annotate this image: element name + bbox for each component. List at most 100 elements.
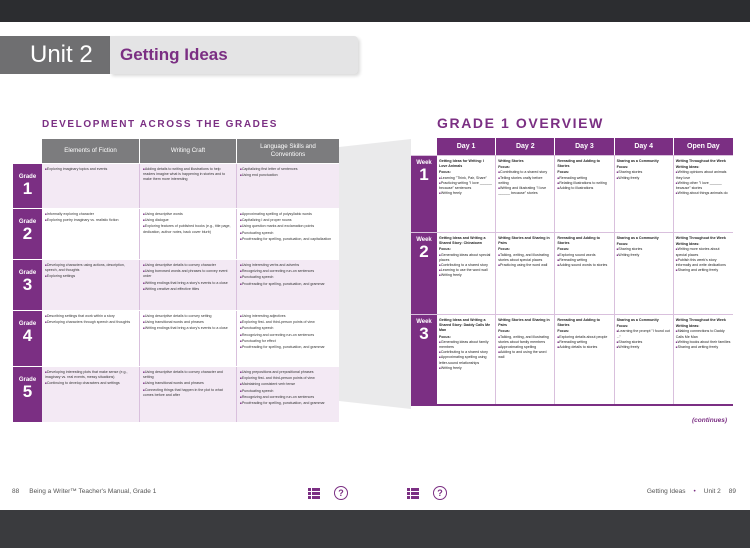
- list-item: Connecting things that happen in the plo…: [143, 388, 233, 398]
- table-cell: Using prepositions and prepositional phr…: [237, 367, 339, 422]
- list-item: Punctuating speech: [240, 389, 336, 394]
- list-item: Using dialogue: [143, 218, 233, 223]
- section-name: Getting Ideas: [646, 488, 686, 495]
- day-cell: Writing StoriesFocus:Contributing to a s…: [496, 156, 556, 232]
- list-item: Writing other "I love ______ because" st…: [676, 181, 731, 191]
- list-item: Writing about things animals do: [676, 191, 731, 196]
- table-cell: Using interesting adjectivesExploring fi…: [237, 311, 339, 366]
- list-item: Exploring features of published books (e…: [143, 224, 233, 234]
- list-item: Publish this week's story informally and…: [676, 258, 731, 268]
- table-cell: Using interesting verbs and adverbsRecog…: [237, 260, 339, 310]
- day-cell: Rereading and Adding to StoriesFocus:Exp…: [555, 315, 615, 404]
- list-item: Exploring settings: [45, 274, 136, 279]
- list-item: Learning the prompt "I found out ...": [617, 329, 671, 339]
- list-icon[interactable]: [308, 487, 320, 499]
- table-cell: Using descriptive wordsUsing dialogueExp…: [140, 209, 237, 259]
- list-item: Proofreading for spelling, punctuation, …: [240, 345, 336, 350]
- grade-cell: Grade 2: [13, 209, 42, 259]
- column-header: Elements of Fiction: [42, 139, 140, 163]
- list-icon[interactable]: [407, 487, 419, 499]
- table-cell: Exploring imaginary topics and events: [42, 164, 140, 208]
- grade-cell: Grade 3: [13, 260, 42, 310]
- day-cell: Getting Ideas for Writing: I Love Animal…: [437, 156, 497, 232]
- right-footer-icons: ?: [407, 486, 447, 500]
- left-footer-icons: ?: [308, 486, 348, 500]
- day-cell: Writing Stories and Sharing in Pairs Focu…: [496, 233, 556, 314]
- list-item: Talking, writing, and illustrating stori…: [498, 253, 552, 263]
- list-item: Practicing using the word wall: [498, 263, 552, 268]
- list-item: Capitalizing I and proper nouns: [240, 218, 336, 223]
- list-item: Writing freely: [617, 176, 671, 181]
- list-item: Sharing and writing freely: [676, 268, 731, 273]
- separator: •: [693, 488, 696, 495]
- list-item: Practicing writing "I love ______ becaus…: [439, 181, 493, 191]
- list-item: Making connections to Daddy Calls Me Man: [676, 329, 731, 339]
- list-item: Adding to and using the word wall: [498, 350, 552, 360]
- unit-label: Unit 2: [0, 36, 110, 74]
- grade-row: Grade4Describing settings that work with…: [13, 310, 339, 366]
- grade-number: 1: [22, 179, 33, 198]
- activity-title: Sharing as a Community: [616, 236, 659, 240]
- list-item: Contributing to a shared story: [498, 170, 552, 175]
- day-header: Day 1: [437, 138, 497, 155]
- help-icon[interactable]: ?: [433, 486, 447, 500]
- activity-title: Writing Stories and Sharing in Pairs: [498, 236, 550, 246]
- book-title: Being a Writer™ Teacher's Manual, Grade …: [29, 488, 157, 495]
- week-row: Week 2 Getting Ideas and Writing a Shared …: [411, 232, 733, 314]
- list-item: Proofreading for spelling, punctuation, …: [240, 401, 336, 406]
- week-number: 2: [419, 242, 429, 261]
- day-header: Day 4: [614, 138, 674, 155]
- continues-note: (continues): [692, 417, 728, 424]
- activity-title: Rereading and Adding to Stories: [557, 159, 600, 169]
- day-cell: Sharing as a CommunityFocus:Learning the…: [615, 315, 674, 404]
- list-item: Recognizing and correcting run-on senten…: [240, 395, 336, 400]
- table-cell: Using descriptive details to convey sett…: [140, 311, 237, 366]
- list-item: Exploring imaginary topics and events: [45, 167, 136, 172]
- grade-row: Grade3Developing characters using action…: [13, 259, 339, 310]
- week-number: 3: [419, 324, 429, 343]
- grade-row: Grade5Developing interesting plots that …: [13, 366, 339, 422]
- grade-cell: Grade 5: [13, 367, 42, 422]
- grade-number: 4: [22, 326, 33, 345]
- table-cell: Adding details to writing and illustrati…: [140, 164, 237, 208]
- list-item: Developing interesting plots that make s…: [45, 370, 136, 380]
- footer-right: Getting Ideas • Unit 2 89: [647, 488, 736, 495]
- list-item: Approximating spelling using letter-soun…: [439, 355, 493, 365]
- list-item: Using descriptive details to convey sett…: [143, 314, 233, 319]
- list-item: Using transitional words and phrases: [143, 320, 233, 325]
- footer-left: 88 Being a Writer™ Teacher's Manual, Gra…: [12, 488, 156, 495]
- development-title: DEVELOPMENT ACROSS THE GRADES: [42, 119, 279, 130]
- list-item: Writing creative and effective titles: [143, 287, 233, 292]
- list-item: Writing freely: [439, 366, 493, 371]
- zoom-connector: [339, 139, 411, 409]
- day-header: Open Day: [673, 138, 733, 155]
- list-item: Using question marks and exclamation poi…: [240, 224, 336, 229]
- list-item: Using descriptive details to convey char…: [143, 263, 233, 268]
- list-item: Writing freely: [439, 191, 493, 196]
- list-item: Writing freely: [439, 273, 493, 278]
- day-cell: Rereading and Adding to StoriesFocus:Rer…: [555, 156, 615, 232]
- activity-title: Writing Stories and Sharing in Pairs: [498, 318, 550, 328]
- list-item: Exploring first- and third-person points…: [240, 320, 336, 325]
- list-item: Recognizing and correcting run-on senten…: [240, 269, 336, 274]
- grade-row: Grade2Informally exploring characterExpl…: [13, 208, 339, 259]
- list-item: Developing characters using actions, des…: [45, 263, 136, 273]
- list-item: Using descriptive words: [143, 212, 233, 217]
- column-header: Language Skills and Conventions: [237, 139, 339, 163]
- overview-header: Day 1 Day 2 Day 3 Day 4 Open Day: [437, 138, 733, 155]
- development-table: Elements of Fiction Writing Craft Langua…: [13, 139, 339, 422]
- overview-table: Day 1 Day 2 Day 3 Day 4 Open Day Week 1 Ge…: [411, 138, 733, 406]
- day-cell: Getting Ideas and Writing a Shared Story…: [437, 233, 497, 314]
- activity-title: Writing Throughout the Week: [675, 159, 726, 163]
- activity-title: Writing Stories: [498, 159, 524, 163]
- list-item: Maintaining consistent verb tense: [240, 382, 336, 387]
- list-item: Using descriptive details to convey char…: [143, 370, 233, 380]
- list-item: Exploring poetry imaginary vs. realistic…: [45, 218, 136, 223]
- week-cell: Week 1: [411, 156, 437, 232]
- list-item: Using transitional words and phrases: [143, 381, 233, 386]
- week-cell: Week 2: [411, 233, 437, 314]
- list-item: Using borrowed words and phrases to conv…: [143, 269, 233, 279]
- table-cell: Describing settings that work within a s…: [42, 311, 140, 366]
- help-icon[interactable]: ?: [334, 486, 348, 500]
- list-item: Writing endings that bring a story's eve…: [143, 281, 233, 286]
